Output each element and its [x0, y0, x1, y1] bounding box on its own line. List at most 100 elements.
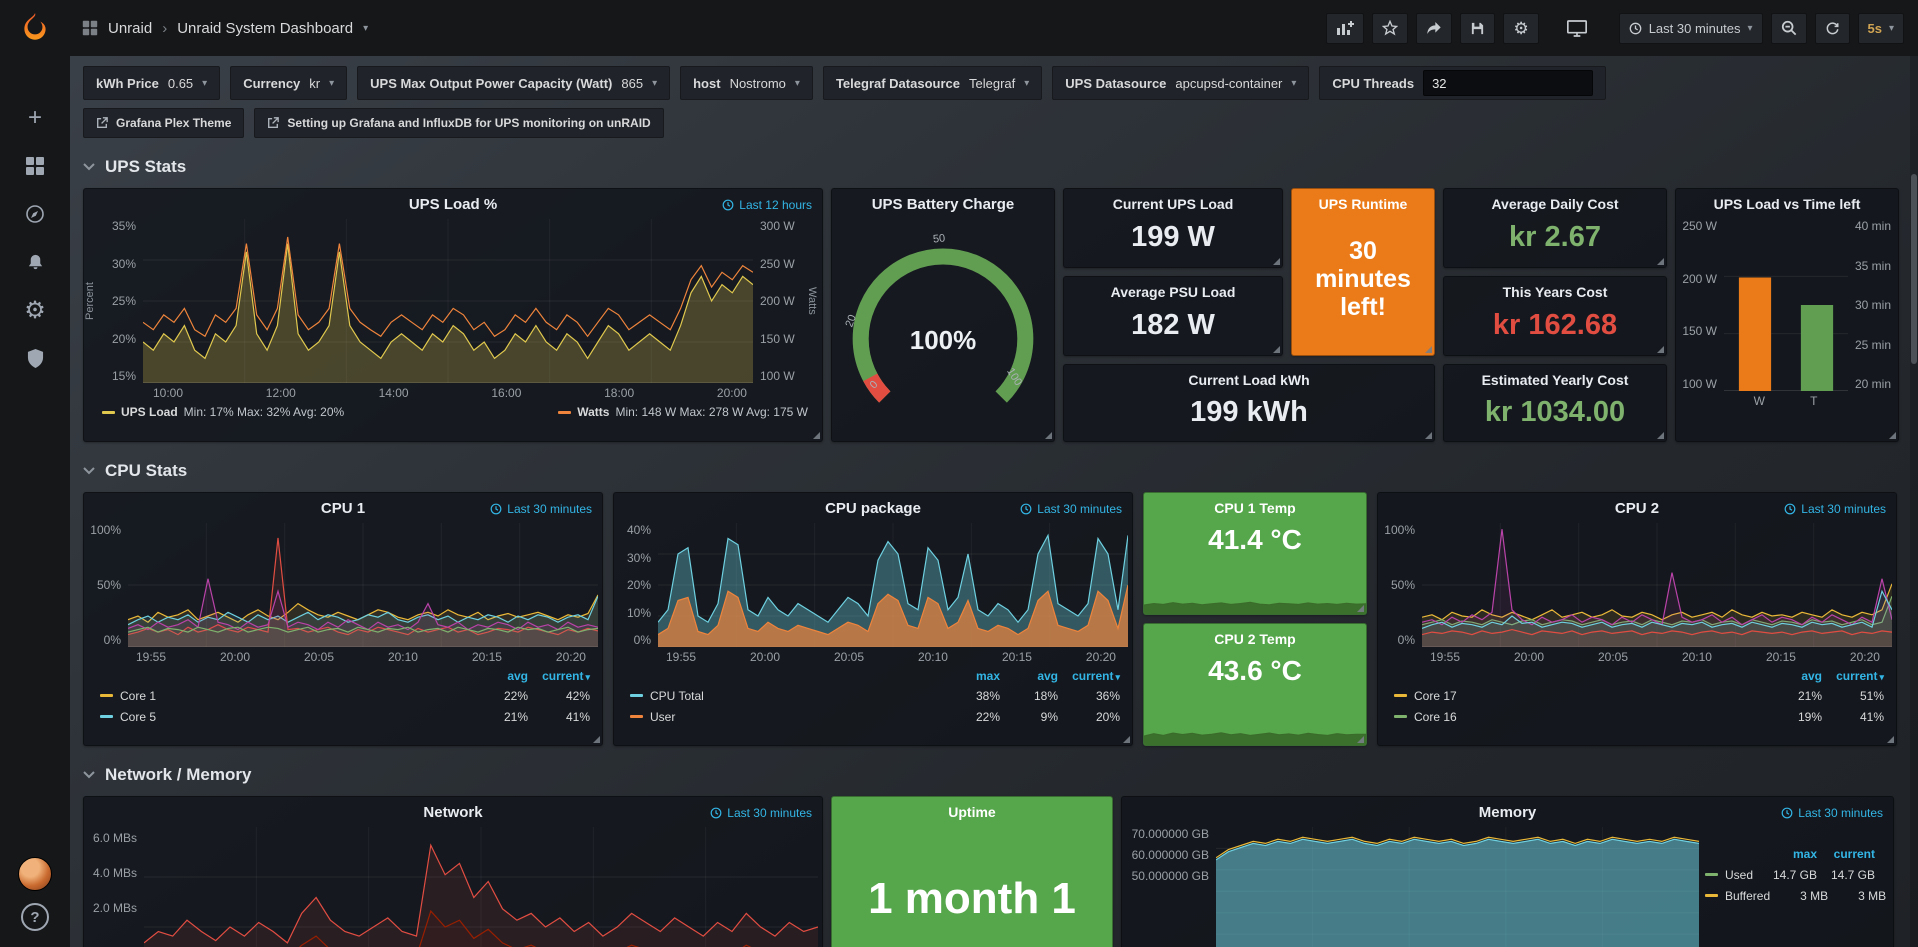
time-range-picker[interactable]: Last 30 minutes ▾: [1619, 13, 1763, 44]
legend-col-header[interactable]: avg: [1760, 669, 1822, 683]
configuration-gear-icon[interactable]: ⚙: [15, 290, 55, 330]
network-graph[interactable]: [144, 827, 818, 947]
panel-time-range-badge[interactable]: Last 12 hours: [722, 198, 812, 212]
panel-resize-handle[interactable]: [1273, 346, 1280, 353]
zoom-out-button[interactable]: [1771, 13, 1807, 44]
panel-resize-handle[interactable]: [1045, 432, 1052, 439]
panel-title[interactable]: CPU 2 Temp: [1144, 624, 1366, 647]
page-scrollbar[interactable]: [1910, 56, 1918, 947]
panel-title[interactable]: Memory: [1122, 797, 1893, 827]
legend-series-name[interactable]: Core 5: [100, 710, 466, 724]
panel-resize-handle[interactable]: [1889, 432, 1896, 439]
variable-telegraf-datasource[interactable]: Telegraf Datasource Telegraf ▾: [823, 66, 1042, 100]
section-cpu-stats[interactable]: CPU Stats: [83, 456, 1902, 486]
legend-series-name[interactable]: Core 1: [100, 689, 466, 703]
panel-time-range-badge[interactable]: Last 30 minutes: [1784, 502, 1886, 516]
link-grafana-plex-theme[interactable]: Grafana Plex Theme: [83, 108, 244, 138]
legend-item-watts[interactable]: Watts Min: 148 W Max: 278 W Avg: 175 W: [558, 405, 808, 419]
refresh-interval-dropdown[interactable]: 5s ▾: [1858, 13, 1905, 44]
variable-kwh-price[interactable]: kWh Price 0.65 ▾: [83, 66, 220, 100]
legend-col-header[interactable]: current: [1822, 669, 1884, 683]
ups-load-graph[interactable]: [143, 219, 753, 383]
legend-series-name[interactable]: User: [630, 710, 942, 724]
legend-col-header[interactable]: avg: [1000, 669, 1058, 683]
panel-resize-handle[interactable]: [1425, 346, 1432, 353]
panel-resize-handle[interactable]: [1887, 736, 1894, 743]
cpu2-graph[interactable]: [1422, 523, 1892, 647]
panel-resize-handle[interactable]: [813, 432, 820, 439]
panel-resize-handle[interactable]: [1357, 605, 1364, 612]
cpu-package-graph[interactable]: [658, 523, 1128, 647]
legend-series-name[interactable]: CPU Total: [630, 689, 942, 703]
link-ups-monitoring-guide[interactable]: Setting up Grafana and InfluxDB for UPS …: [254, 108, 663, 138]
cpu1-graph[interactable]: [128, 523, 598, 647]
panel-resize-handle[interactable]: [1657, 346, 1664, 353]
variable-value[interactable]: 0.65: [168, 76, 193, 91]
ups-bars-chart[interactable]: [1724, 219, 1848, 391]
variable-currency[interactable]: Currency kr ▾: [230, 66, 347, 100]
legend-col-header[interactable]: max: [1759, 847, 1817, 861]
variable-value[interactable]: 865: [621, 76, 643, 91]
cpu-threads-input[interactable]: [1423, 70, 1593, 96]
panel-title[interactable]: UPS Runtime: [1292, 189, 1434, 212]
panel-resize-handle[interactable]: [1357, 736, 1364, 743]
panel-title[interactable]: UPS Load vs Time left: [1676, 189, 1898, 219]
section-ups-stats[interactable]: UPS Stats: [83, 152, 1902, 182]
add-icon[interactable]: +: [15, 98, 55, 138]
variable-value[interactable]: Telegraf: [969, 76, 1015, 91]
panel-title[interactable]: Current Load kWh: [1064, 365, 1434, 388]
variable-value[interactable]: kr: [309, 76, 320, 91]
panel-time-range-badge[interactable]: Last 30 minutes: [490, 502, 592, 516]
panel-resize-handle[interactable]: [1657, 432, 1664, 439]
help-icon[interactable]: ?: [21, 903, 49, 931]
section-network-memory[interactable]: Network / Memory: [83, 760, 1902, 790]
panel-time-range-badge[interactable]: Last 30 minutes: [1781, 806, 1883, 820]
scrollbar-thumb[interactable]: [1911, 174, 1917, 364]
panel-resize-handle[interactable]: [1123, 736, 1130, 743]
panel-resize-handle[interactable]: [1273, 258, 1280, 265]
refresh-button[interactable]: [1815, 13, 1850, 44]
panel-time-range-badge[interactable]: Last 30 minutes: [710, 806, 812, 820]
save-dashboard-button[interactable]: [1460, 13, 1495, 44]
user-avatar[interactable]: [18, 857, 52, 891]
add-panel-button[interactable]: [1326, 13, 1364, 44]
dashboard-dropdown-caret[interactable]: ▾: [363, 23, 368, 34]
breadcrumb-folder[interactable]: Unraid: [108, 20, 152, 37]
panel-title[interactable]: Average PSU Load: [1064, 277, 1282, 300]
legend-series-name[interactable]: Core 17: [1394, 689, 1760, 703]
legend-series-name[interactable]: Core 16: [1394, 710, 1760, 724]
panel-resize-handle[interactable]: [1425, 432, 1432, 439]
dashboards-icon[interactable]: [15, 146, 55, 186]
legend-col-header[interactable]: current: [1058, 669, 1120, 683]
alerting-bell-icon[interactable]: [15, 242, 55, 282]
panel-title[interactable]: Uptime: [832, 797, 1112, 820]
memory-graph[interactable]: [1216, 827, 1699, 947]
star-dashboard-button[interactable]: [1372, 13, 1408, 44]
panel-title[interactable]: UPS Load %: [84, 189, 822, 219]
legend-series-name[interactable]: Used: [1705, 868, 1759, 882]
share-dashboard-button[interactable]: [1416, 13, 1452, 44]
panel-title[interactable]: Current UPS Load: [1064, 189, 1282, 212]
kiosk-mode-button[interactable]: [1557, 13, 1597, 44]
variable-host[interactable]: host Nostromo ▾: [680, 66, 813, 100]
dashboard-grid-icon[interactable]: [82, 20, 98, 36]
legend-item-ups-load[interactable]: UPS Load Min: 17% Max: 32% Avg: 20%: [102, 405, 344, 419]
legend-col-header[interactable]: avg: [466, 669, 528, 683]
variable-value[interactable]: apcupsd-container: [1175, 76, 1282, 91]
explore-compass-icon[interactable]: [15, 194, 55, 234]
dashboard-settings-button[interactable]: ⚙: [1503, 13, 1538, 44]
grafana-logo[interactable]: [0, 0, 70, 56]
panel-title[interactable]: UPS Battery Charge: [832, 189, 1054, 219]
variable-ups-datasource[interactable]: UPS Datasource apcupsd-container ▾: [1052, 66, 1309, 100]
panel-title[interactable]: Estimated Yearly Cost: [1444, 365, 1666, 388]
panel-title[interactable]: This Years Cost: [1444, 277, 1666, 300]
legend-series-name[interactable]: Buffered: [1705, 889, 1770, 903]
legend-col-header[interactable]: max: [942, 669, 1000, 683]
panel-resize-handle[interactable]: [1657, 258, 1664, 265]
panel-title[interactable]: Average Daily Cost: [1444, 189, 1666, 212]
breadcrumb-dashboard-title[interactable]: Unraid System Dashboard: [177, 20, 353, 37]
panel-time-range-badge[interactable]: Last 30 minutes: [1020, 502, 1122, 516]
panel-resize-handle[interactable]: [593, 736, 600, 743]
server-admin-shield-icon[interactable]: [15, 338, 55, 378]
legend-col-header[interactable]: current: [528, 669, 590, 683]
